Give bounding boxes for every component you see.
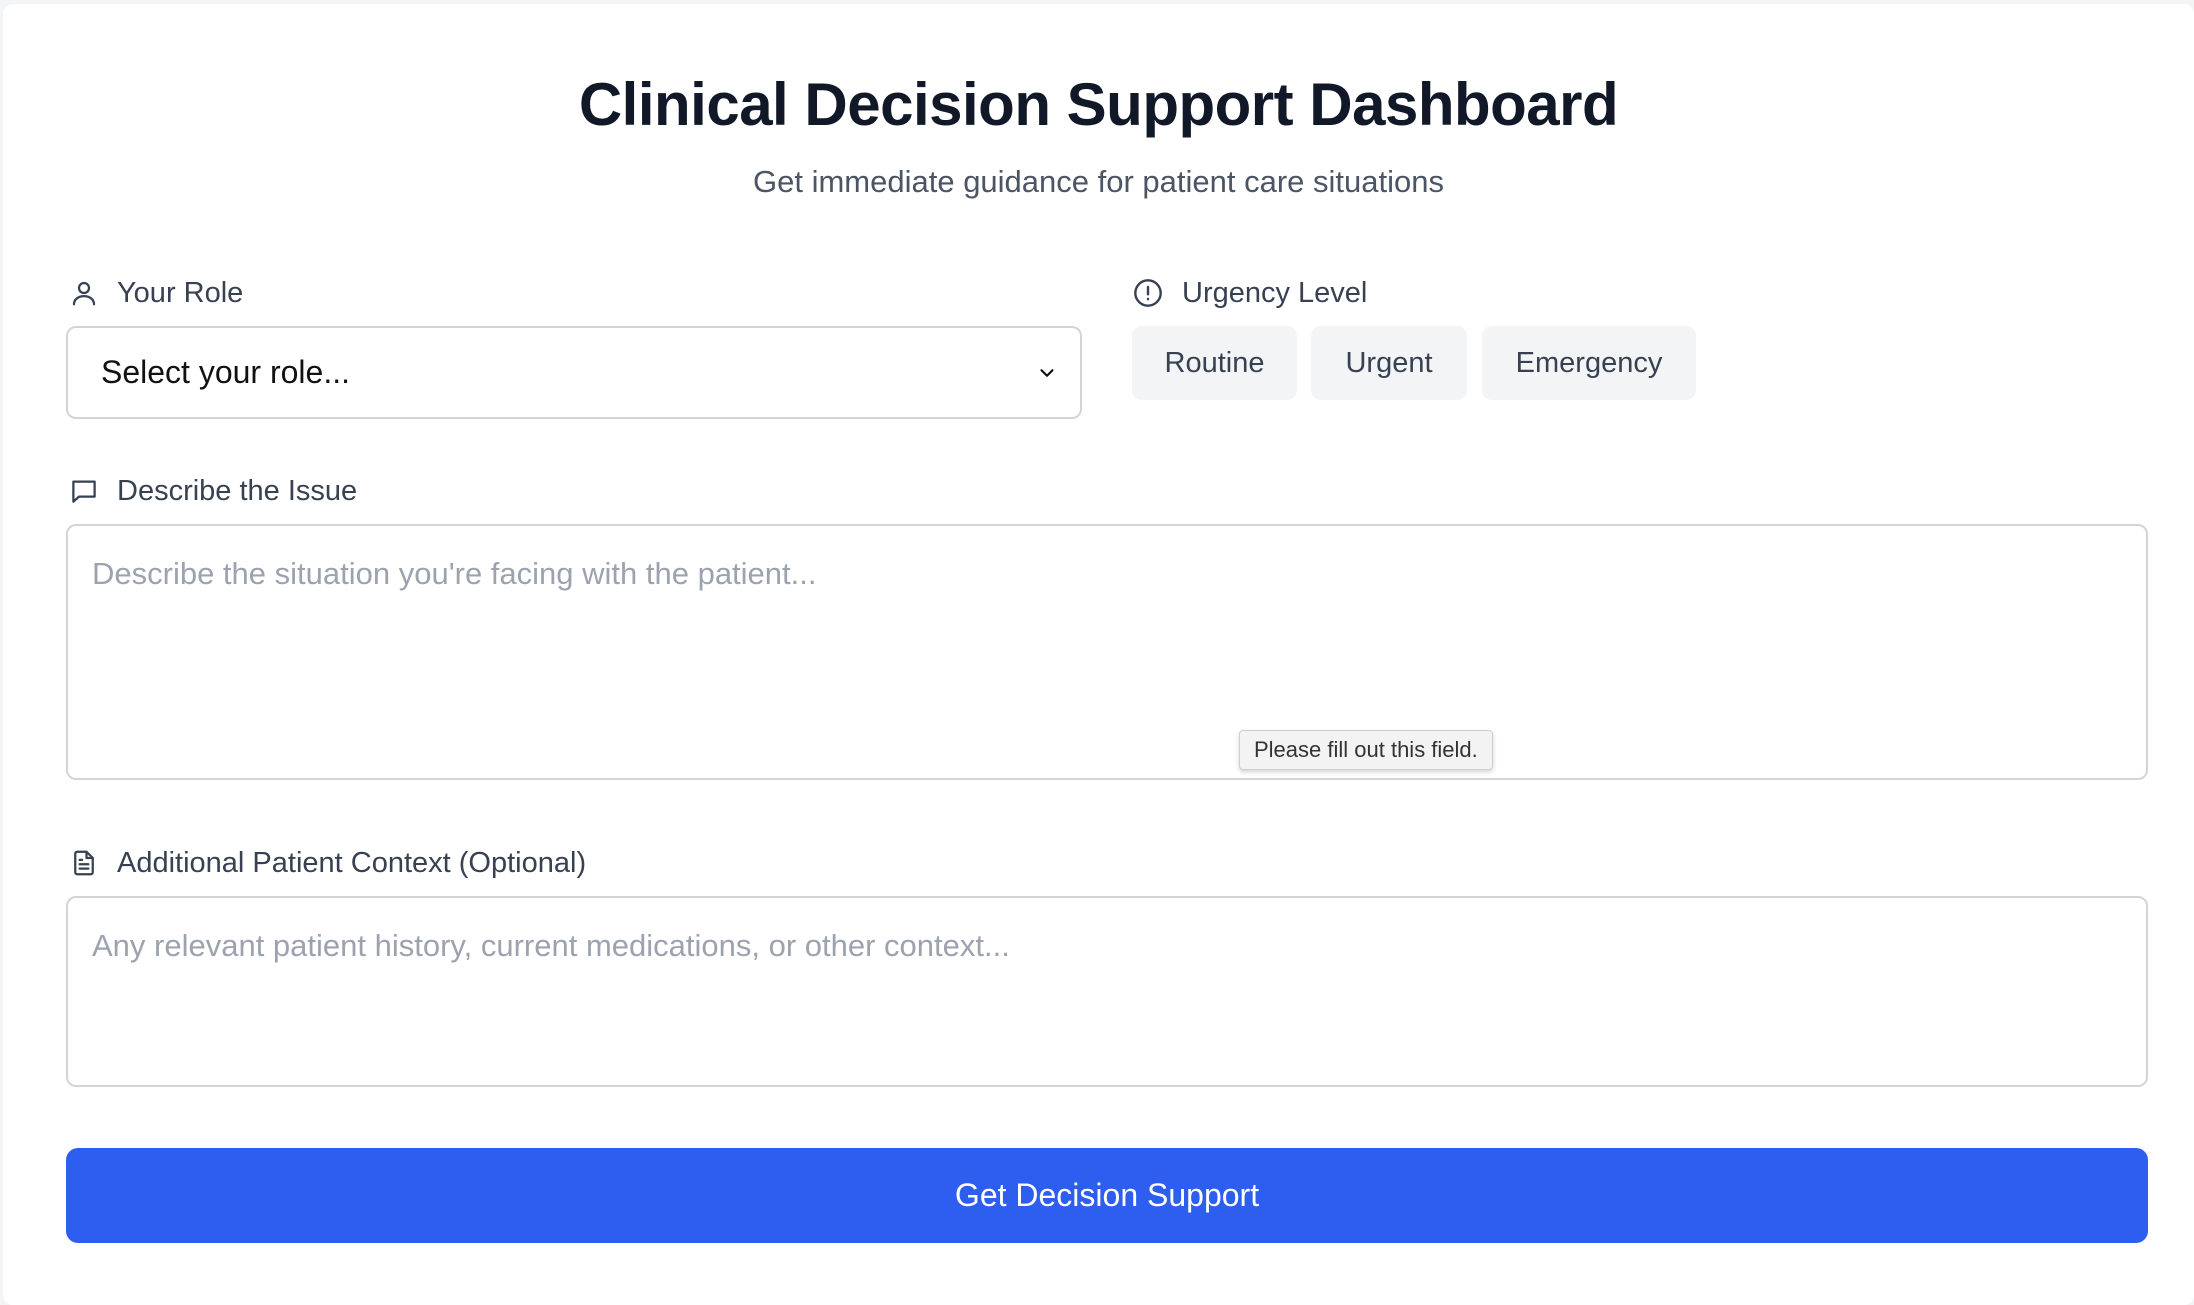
role-select[interactable]: Select your role...	[66, 326, 1082, 419]
context-label: Additional Patient Context (Optional)	[69, 843, 586, 883]
alert-circle-icon	[1134, 279, 1162, 307]
urgency-emergency-button[interactable]: Emergency	[1482, 326, 1696, 400]
role-select-value: Select your role...	[101, 354, 350, 390]
role-label-text: Your Role	[117, 276, 244, 309]
issue-label: Describe the Issue	[69, 471, 357, 511]
issue-placeholder: Describe the situation you're facing wit…	[92, 556, 817, 591]
message-square-icon	[72, 480, 96, 503]
dashboard-card: Clinical Decision Support Dashboard Get …	[3, 4, 2194, 1305]
urgency-label: Urgency Level	[1132, 273, 1367, 313]
page-subtitle: Get immediate guidance for patient care …	[753, 164, 1444, 199]
urgency-routine-button[interactable]: Routine	[1132, 326, 1297, 400]
context-placeholder: Any relevant patient history, current me…	[92, 928, 1010, 963]
user-icon	[72, 281, 96, 306]
chevron-down-icon	[1040, 368, 1054, 377]
issue-textarea[interactable]: Describe the situation you're facing wit…	[66, 524, 2148, 780]
page-title: Clinical Decision Support Dashboard	[578, 71, 1619, 138]
get-decision-support-button[interactable]: Get Decision Support	[66, 1148, 2148, 1243]
context-textarea[interactable]: Any relevant patient history, current me…	[66, 896, 2148, 1087]
file-text-icon	[74, 850, 94, 876]
urgency-urgent-button[interactable]: Urgent	[1311, 326, 1467, 400]
issue-label-text: Describe the Issue	[117, 474, 358, 507]
role-label: Your Role	[69, 273, 243, 313]
context-label-text: Additional Patient Context (Optional)	[117, 846, 587, 879]
validation-tooltip: Please fill out this field.	[1239, 730, 1493, 770]
urgency-label-text: Urgency Level	[1182, 276, 1368, 309]
